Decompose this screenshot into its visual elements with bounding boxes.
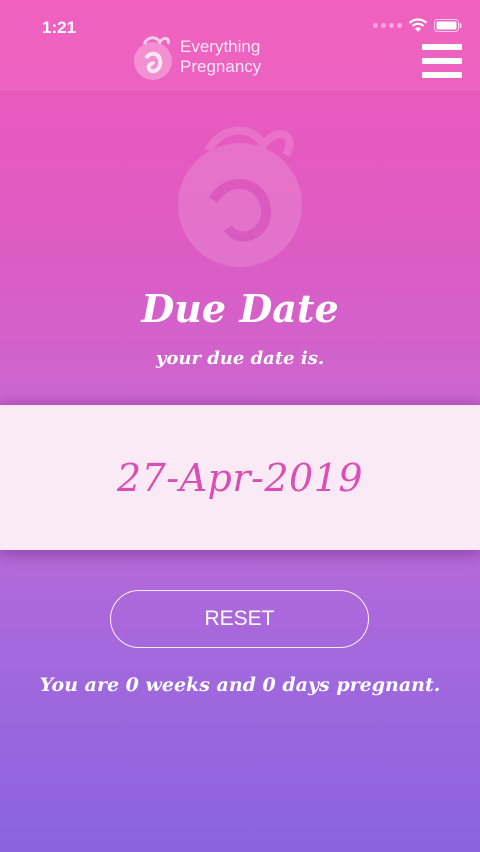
wifi-icon (408, 18, 428, 32)
page-subtitle: your due date is. (155, 348, 325, 369)
signal-dots-icon (373, 23, 402, 28)
brand-line-1: Everything (180, 37, 261, 56)
due-date-card: 27-Apr-2019 (0, 405, 480, 550)
menu-bar-bottom (422, 72, 462, 78)
brand-line-2: Pregnancy (180, 57, 262, 76)
hero-watermark-logo-icon (178, 126, 302, 267)
reset-button[interactable]: RESET (110, 590, 369, 648)
battery-icon (434, 19, 462, 32)
due-date-value: 27-Apr-2019 (116, 455, 364, 500)
page-title: Due Date (141, 286, 339, 331)
brand-text: Everything Pregnancy (180, 37, 261, 77)
status-time: 1:21 (42, 18, 77, 37)
menu-bar-middle (422, 58, 462, 64)
status-icons (373, 18, 462, 33)
menu-button[interactable] (422, 44, 462, 78)
pregnancy-status-text: You are 0 weeks and 0 days pregnant. (39, 674, 441, 696)
status-bar: 1:21 (0, 0, 480, 40)
hamburger-menu-icon (422, 44, 462, 50)
